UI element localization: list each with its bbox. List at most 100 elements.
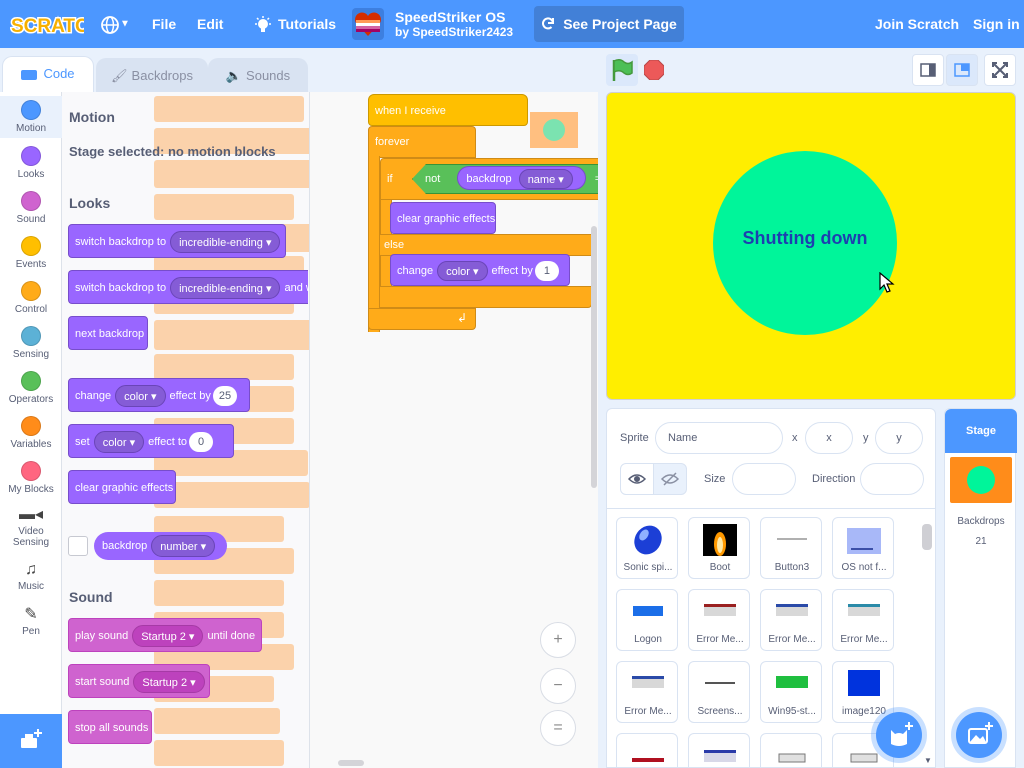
choose-sprite-button[interactable] — [876, 712, 922, 758]
effect-dropdown[interactable]: color ▾ — [115, 385, 166, 408]
sprite-thumbnail — [777, 538, 807, 540]
change-effect-block[interactable]: change color ▾ effect by 1 — [390, 254, 570, 286]
category-sensing[interactable]: Sensing — [0, 326, 62, 360]
sprite-tile[interactable] — [760, 733, 822, 767]
stage-thumbnail[interactable] — [950, 457, 1012, 503]
category-music[interactable]: ♫ Music — [0, 559, 62, 592]
green-flag-button[interactable] — [606, 54, 638, 86]
small-stage-button[interactable] — [912, 54, 944, 86]
sprite-tile[interactable]: Error Me... — [688, 589, 750, 651]
sprite-tile[interactable] — [688, 733, 750, 767]
scroll-down-arrow-icon[interactable]: ▼ — [924, 756, 932, 765]
sprite-tile[interactable]: Error Me... — [760, 589, 822, 651]
switch-backdrop-and-wait-block[interactable]: switch backdrop to incredible-ending ▾ and… — [68, 270, 309, 304]
sound-dropdown[interactable]: Startup 2 ▾ — [133, 671, 205, 694]
tab-backdrops[interactable]: 🖌 Backdrops — [96, 58, 208, 92]
not-operator-block[interactable]: not backdrop name ▾ = — [412, 164, 598, 194]
forever-block[interactable]: forever — [368, 126, 476, 158]
script-horizontal-scrollbar[interactable] — [338, 760, 364, 766]
switch-backdrop-block[interactable]: switch backdrop to incredible-ending ▾ — [68, 224, 286, 258]
edit-menu[interactable]: Edit — [197, 0, 223, 48]
operators-icon — [21, 371, 41, 391]
effect-value-input[interactable]: 0 — [189, 432, 214, 453]
category-video-sensing[interactable]: ▬◂ Video Sensing — [0, 504, 62, 548]
sign-in-link[interactable]: Sign in — [973, 0, 1020, 48]
next-backdrop-block[interactable]: next backdrop — [68, 316, 148, 350]
looks-icon — [21, 146, 41, 166]
backdrop-property-dropdown[interactable]: name ▾ — [518, 169, 573, 190]
zoom-in-button[interactable]: + — [540, 622, 576, 658]
sound-icon — [21, 191, 41, 211]
category-motion[interactable]: Motion — [0, 96, 62, 138]
effect-amount-input[interactable]: 25 — [212, 386, 238, 407]
sprite-tile[interactable]: Win95-st... — [760, 661, 822, 723]
sprite-name-input[interactable]: Name — [655, 422, 783, 454]
sprite-list-scrollbar[interactable] — [922, 524, 932, 550]
category-looks[interactable]: Looks — [0, 146, 62, 180]
play-sound-until-done-block[interactable]: play sound Startup 2 ▾ until done — [68, 618, 262, 652]
join-scratch-link[interactable]: Join Scratch — [875, 0, 959, 48]
sprite-tile[interactable]: Button3 — [760, 517, 822, 579]
stage-canvas[interactable]: Shutting down — [606, 92, 1016, 400]
category-variables[interactable]: Variables — [0, 416, 62, 450]
file-menu[interactable]: File — [152, 0, 176, 48]
reporter-monitor-checkbox[interactable] — [68, 536, 88, 556]
backdrop-property-dropdown[interactable]: number ▾ — [151, 535, 216, 558]
show-sprite-button[interactable] — [620, 463, 654, 495]
category-events[interactable]: Events — [0, 236, 62, 270]
x-position-input[interactable]: x — [805, 422, 853, 454]
tab-sounds[interactable]: 🔈 Sounds — [208, 58, 308, 92]
backdrop-dropdown[interactable]: incredible-ending ▾ — [170, 277, 281, 300]
clear-graphic-effects-block[interactable]: clear graphic effects — [68, 470, 176, 504]
sprite-thumbnail — [703, 524, 737, 556]
choose-backdrop-button[interactable] — [956, 712, 1002, 758]
backdrop-number-reporter[interactable]: backdrop number ▾ — [94, 532, 228, 560]
effect-amount-input[interactable]: 1 — [534, 261, 559, 282]
zoom-reset-button[interactable]: = — [540, 710, 576, 746]
direction-input[interactable] — [860, 463, 924, 495]
see-project-page-button[interactable]: See Project Page — [534, 6, 684, 42]
add-extension-button[interactable] — [0, 714, 62, 768]
effect-dropdown[interactable]: color ▾ — [437, 261, 488, 282]
change-effect-block[interactable]: change color ▾ effect by 25 — [68, 378, 250, 412]
sprite-tile[interactable]: Error Me... — [832, 589, 894, 651]
scratch-logo[interactable]: SCRATCH — [10, 10, 84, 39]
start-sound-block[interactable]: start sound Startup 2 ▾ — [68, 664, 210, 698]
sprite-tile[interactable] — [616, 733, 678, 767]
category-sound[interactable]: Sound — [0, 191, 62, 225]
effect-dropdown[interactable]: color ▾ — [93, 431, 145, 454]
stop-all-sounds-block[interactable]: stop all sounds — [68, 710, 152, 744]
sprite-tile[interactable]: OS not f... — [832, 517, 894, 579]
backdrop-dropdown[interactable]: incredible-ending ▾ — [170, 231, 281, 254]
backdrop-name-reporter[interactable]: backdrop name ▾ — [457, 166, 586, 190]
script-area[interactable]: when I receiveshutdown ▾ forever ↲ if no… — [310, 92, 598, 768]
script-vertical-scrollbar[interactable] — [591, 226, 597, 488]
when-i-receive-hat-block[interactable]: when I receiveshutdown ▾ — [368, 94, 528, 155]
sound-dropdown[interactable]: Startup 2 ▾ — [132, 625, 204, 648]
sprite-tile[interactable]: Logon — [616, 589, 678, 651]
sprite-tile[interactable]: Sonic spi... — [616, 517, 678, 579]
project-title[interactable]: SpeedStriker OS — [395, 9, 506, 25]
sprite-tile[interactable]: Error Me... — [616, 661, 678, 723]
project-author[interactable]: by SpeedStriker2423 — [395, 25, 513, 39]
sprite-tile[interactable]: Screens... — [688, 661, 750, 723]
sprite-tile[interactable]: Boot — [688, 517, 750, 579]
category-my-blocks[interactable]: My Blocks — [0, 461, 62, 495]
size-input[interactable] — [732, 463, 796, 495]
tab-code[interactable]: Code — [2, 56, 94, 94]
sprite-label: Sprite — [620, 432, 649, 444]
zoom-out-button[interactable]: − — [540, 668, 576, 704]
clear-graphic-effects-block[interactable]: clear graphic effects — [390, 202, 496, 234]
normal-stage-button[interactable] — [946, 54, 978, 86]
set-effect-block[interactable]: set color ▾ effect to 0 — [68, 424, 234, 458]
language-globe-icon[interactable]: ▼ — [100, 12, 136, 36]
category-operators[interactable]: Operators — [0, 371, 62, 405]
category-control[interactable]: Control — [0, 281, 62, 315]
category-pen[interactable]: ✎ Pen — [0, 604, 62, 637]
tutorials-menu[interactable]: Tutorials — [254, 0, 336, 48]
fullscreen-button[interactable] — [984, 54, 1016, 86]
y-position-input[interactable]: y — [875, 422, 923, 454]
hide-sprite-button[interactable] — [653, 463, 687, 495]
stop-button[interactable] — [644, 60, 664, 80]
green-flag-icon — [612, 58, 633, 81]
